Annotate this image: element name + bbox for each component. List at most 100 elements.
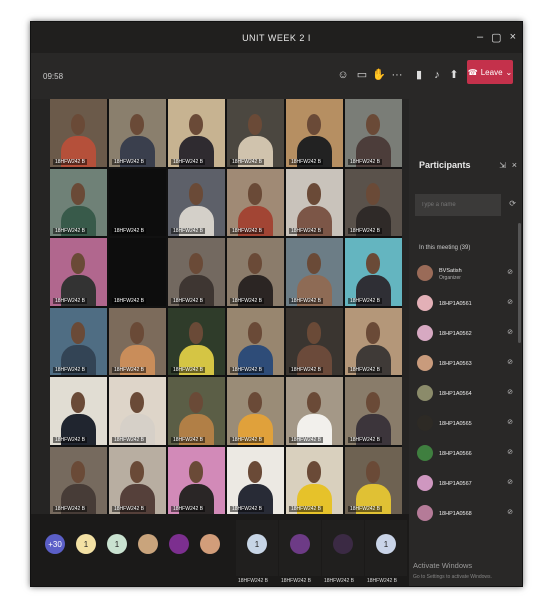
video-tile-name: 18HFW242 B [171,228,206,234]
mic-muted-icon: ⊘ [507,359,513,366]
participant-video [247,322,263,344]
participants-title: Participants [419,160,471,170]
video-tile[interactable]: 18HFW242 B [286,377,343,445]
participant-name: 18HP1A0561 [439,301,472,307]
video-tile[interactable]: 18HFW242 B [345,238,402,306]
participant-search-input[interactable] [415,194,501,216]
leave-button[interactable]: ☎ Leave ⌄ [467,60,513,84]
mic-muted-icon: ⊘ [507,419,513,426]
video-tile[interactable]: 18HFW242 B [109,238,166,306]
overflow-avatar[interactable] [200,534,220,554]
participant-row[interactable]: 18HP1A0566 ⊘ [417,441,517,471]
video-tile[interactable]: 18HFW242 B [345,307,402,375]
video-tile-name: 18HFW242 B [53,297,88,304]
in-meeting-header: In this meeting (39) [419,245,471,251]
video-tile[interactable]: 18HFW242 B [168,307,225,375]
participant-row[interactable]: 18HP1A0564 ⊘ [417,381,517,411]
video-tile[interactable]: 18HFW242 B [50,307,107,375]
video-tile[interactable]: 18HFW242 B [168,99,225,167]
video-tile[interactable]: 18HFW242 B [227,99,284,167]
window-controls: – ▢ × [477,31,516,44]
avatar [417,445,433,461]
video-tile[interactable]: 18HFW242 B [345,446,402,514]
bottom-video-tile[interactable]: 18HFW242 B [322,520,364,584]
video-tile[interactable]: 18HFW242 B [109,307,166,375]
video-tile[interactable]: 18HFW242 B [227,307,284,375]
video-tile-name: 18HFW242 B [53,158,88,165]
video-tile-name: 18HFW242 B [171,158,206,165]
video-tile[interactable]: 18HFW242 B [286,168,343,236]
video-tile-name: 18HFW242 B [281,578,312,584]
video-tile[interactable]: 18HFW242 B [50,446,107,514]
video-overflow-bar: +30 1 1 1 18HFW242 B 18HFW242 B 18HFW242 B 1 18H… [31,514,409,586]
video-tile[interactable]: 18HFW242 B [109,99,166,167]
video-tile[interactable]: 18HFW242 B [109,377,166,445]
add-people-icon[interactable]: ⇲ [499,161,506,170]
overflow-avatar[interactable] [169,534,189,554]
participant-row[interactable]: 18HP1A0568 ⊘ [417,501,517,531]
participant-row[interactable]: 18HP1A0567 ⊘ [417,471,517,501]
video-tile[interactable]: 18HFW242 B [345,377,402,445]
video-tile[interactable]: 18HFW242 B [168,377,225,445]
overflow-avatar[interactable]: 1 [76,534,96,554]
participant-video [247,113,263,136]
participant-video [365,461,381,483]
participant-row[interactable]: 18HP1A0561 ⊘ [417,291,517,321]
video-tile[interactable]: 18HFW242 B [168,446,225,514]
video-tile[interactable]: 18HFW242 B [227,446,284,514]
video-tile[interactable]: 18HFW242 B [50,168,107,236]
teams-window: UNIT WEEK 2 I – ▢ × 09:58 ☺ ▭ ✋ ··· ▮ ♪ … [30,21,523,587]
video-tile[interactable]: 18HFW242 B [50,99,107,167]
mic-off-icon[interactable]: ♪ [430,68,444,82]
video-tile[interactable]: 18HFW242 B [50,238,107,306]
phone-icon: ☎ [467,67,478,77]
video-tile[interactable]: 18HFW242 B [227,168,284,236]
video-tile[interactable]: 18HFW242 B [286,446,343,514]
video-tile[interactable]: 18HFW242 B [109,168,166,236]
camera-icon[interactable]: ▮ [412,68,426,82]
close-icon[interactable]: × [510,31,516,44]
bottom-video-tile[interactable]: 18HFW242 B [279,520,321,584]
participant-row[interactable]: 18HP1A0562 ⊘ [417,321,517,351]
participant-video [365,183,381,205]
video-tile[interactable]: 18HFW242 B [168,168,225,236]
video-tile[interactable]: 18HFW242 B [227,377,284,445]
close-panel-icon[interactable]: × [512,160,517,170]
video-tile[interactable]: 18HFW242 B [109,446,166,514]
bottom-video-tile[interactable]: 1 18HFW242 B [365,520,407,584]
overflow-avatar[interactable]: +30 [45,534,65,554]
participant-scrollbar[interactable] [518,223,521,343]
video-tile[interactable]: 18HFW242 B [168,238,225,306]
participant-row[interactable]: 18HP1A0563 ⊘ [417,351,517,381]
participant-name: 18HP1A0568 [439,511,472,517]
bottom-video-tile[interactable]: 1 18HFW242 B [236,520,278,584]
video-tile-name: 18HFW242 B [348,367,383,373]
video-tile[interactable]: 18HFW242 B [345,168,402,236]
panel-header: Participants ⇲ × [409,99,522,170]
video-tile[interactable]: 18HFW242 B [286,307,343,375]
video-tile-name: 18HFW242 B [289,228,324,234]
video-tile[interactable]: 18HFW242 B [286,238,343,306]
share-screen-icon[interactable]: ⬆ [447,68,461,82]
overflow-avatar[interactable]: 1 [107,534,127,554]
video-tile[interactable]: 18HFW242 B [345,99,402,167]
participant-row[interactable]: 18HP1A0565 ⊘ [417,411,517,441]
participant-name: BVSatish [439,268,462,274]
more-actions-icon[interactable]: ··· [390,68,404,82]
chat-icon[interactable]: ▭ [355,68,369,82]
video-tile[interactable]: 18HFW242 B [50,377,107,445]
avatar [417,325,433,341]
participant-row[interactable]: BVSatish Organizer ⊘ [417,261,517,291]
video-tile[interactable]: 18HFW242 B [286,99,343,167]
maximize-icon[interactable]: ▢ [491,31,501,44]
share-invite-icon[interactable]: ⟳ [509,199,516,208]
participant-video [247,252,263,275]
video-tile[interactable]: 18HFW242 B [227,238,284,306]
overflow-avatar[interactable] [138,534,158,554]
people-icon[interactable]: ☺ [336,68,350,82]
minimize-icon[interactable]: – [477,31,483,44]
raise-hand-icon[interactable]: ✋ [372,68,386,82]
avatar [417,355,433,371]
video-tile-name: 18HFW242 B [230,158,265,165]
participant-name: 18HP1A0564 [439,391,472,397]
